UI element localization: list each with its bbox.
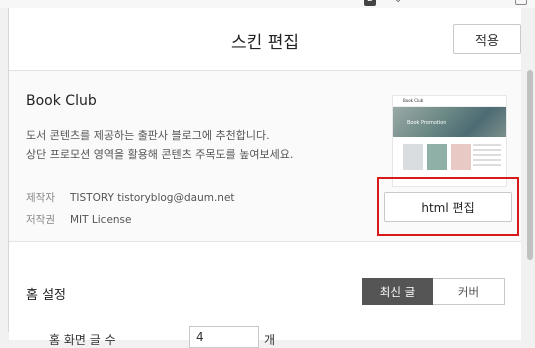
license-label: 저작권 — [26, 214, 55, 226]
post-count-unit: 개 — [264, 333, 276, 347]
license-value: MIT License — [70, 214, 132, 226]
tab-count-badge[interactable]: 2 — [364, 0, 376, 6]
thumbnail-sidebar-lines — [473, 144, 501, 169]
license-row: 저작권 MIT License — [26, 212, 132, 227]
skin-edit-panel: 스킨 편집 적용 Book Club 도서 콘텐츠를 제공하는 출판사 블로그에… — [8, 8, 521, 348]
html-edit-button[interactable]: html 편집 — [384, 192, 512, 222]
home-settings-section: 홈 설정 최신 글 커버 홈 화면 글 수 개 — [9, 242, 521, 348]
skin-thumbnail: Book Club Book Promotion — [392, 95, 507, 187]
apply-button[interactable]: 적용 — [453, 24, 521, 54]
panel-header: 스킨 편집 적용 — [9, 8, 521, 71]
post-count-label: 홈 화면 글 수 — [49, 333, 116, 347]
post-count-input[interactable] — [189, 326, 259, 348]
tab-cover[interactable]: 커버 — [433, 278, 505, 305]
thumbnail-hero-text: Book Promotion — [407, 120, 447, 126]
skin-description-line: 상단 프로모션 영역을 활용해 콘텐츠 주목도를 높여보세요. — [26, 148, 294, 161]
skin-name: Book Club — [26, 93, 97, 109]
thumbnail-header: Book Club — [393, 96, 506, 107]
page-title: 스킨 편집 — [231, 33, 299, 53]
thumbnail-post-image — [403, 144, 423, 170]
skin-description: 도서 콘텐츠를 제공하는 출판사 블로그에 추천합니다. 상단 프로모션 영역을… — [26, 126, 371, 164]
home-settings-title: 홈 설정 — [26, 288, 67, 303]
tab-latest-posts[interactable]: 최신 글 — [362, 278, 433, 305]
chevron-down-icon[interactable]: ⌄ — [394, 0, 402, 5]
thumbnail-hero-image: Book Promotion — [393, 107, 506, 137]
thumbnail-post-image — [427, 144, 447, 170]
scrollbar-thumb[interactable] — [527, 70, 533, 260]
thumbnail-post-image — [451, 144, 471, 170]
skin-description-line: 도서 콘텐츠를 제공하는 출판사 블로그에 추천합니다. — [26, 129, 270, 142]
maker-value: TISTORY tistoryblog@daum.net — [70, 192, 235, 204]
thumbnail-logo: Book Club — [403, 98, 424, 103]
maker-row: 제작자 TISTORY tistoryblog@daum.net — [26, 190, 235, 205]
skin-info-section: Book Club 도서 콘텐츠를 제공하는 출판사 블로그에 추천합니다. 상… — [9, 71, 521, 242]
maker-label: 제작자 — [26, 192, 55, 204]
home-mode-toggle: 최신 글 커버 — [362, 278, 505, 305]
browser-top-strip — [0, 0, 535, 8]
window-icon[interactable] — [515, 0, 527, 5]
